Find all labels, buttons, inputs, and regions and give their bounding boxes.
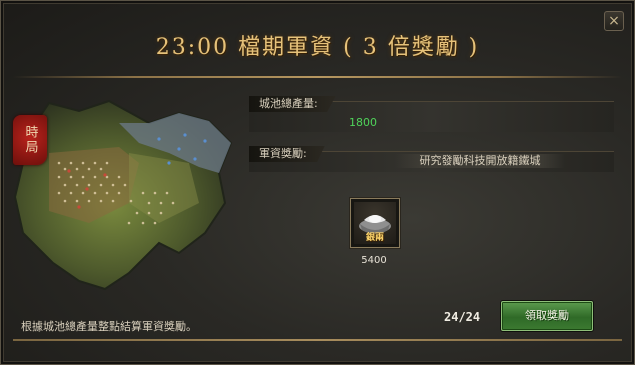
reward-item-name: 銀兩 xyxy=(365,233,384,243)
reward-item-quantity: 5400 xyxy=(361,255,387,266)
footer-note: 根據城池總產量整點結算軍資獎勵。 xyxy=(21,320,197,333)
production-value: 1800 xyxy=(349,116,377,129)
title-divider xyxy=(13,76,622,78)
dialog-title: 23:00 檔期軍資 ( 3 倍獎勵 ) xyxy=(155,35,480,60)
reward-item-slot[interactable]: 銀兩 xyxy=(350,198,400,248)
production-row: 城池總產量: 1800 xyxy=(249,96,614,132)
reward-item-icon-wrap: 銀兩 xyxy=(354,202,396,244)
production-label: 城池總產量: xyxy=(249,96,336,112)
claim-counter: 24/24 xyxy=(444,310,481,324)
military-funds-dialog: 23:00 檔期軍資 ( 3 倍獎勵 ) × 時局 城池總產量: 1800 軍資… xyxy=(0,0,635,365)
reward-row: 軍資獎勵: 研究發勵科技開放籍鐵城 xyxy=(249,146,614,172)
map-stamp: 時局 xyxy=(13,115,47,165)
bottom-divider xyxy=(13,339,622,341)
close-button[interactable]: × xyxy=(604,11,624,31)
reward-note: 研究發勵科技開放籍鐵城 xyxy=(395,154,565,168)
reward-label: 軍資獎勵: xyxy=(249,146,325,162)
claim-reward-button[interactable]: 領取獎勵 xyxy=(501,301,593,331)
